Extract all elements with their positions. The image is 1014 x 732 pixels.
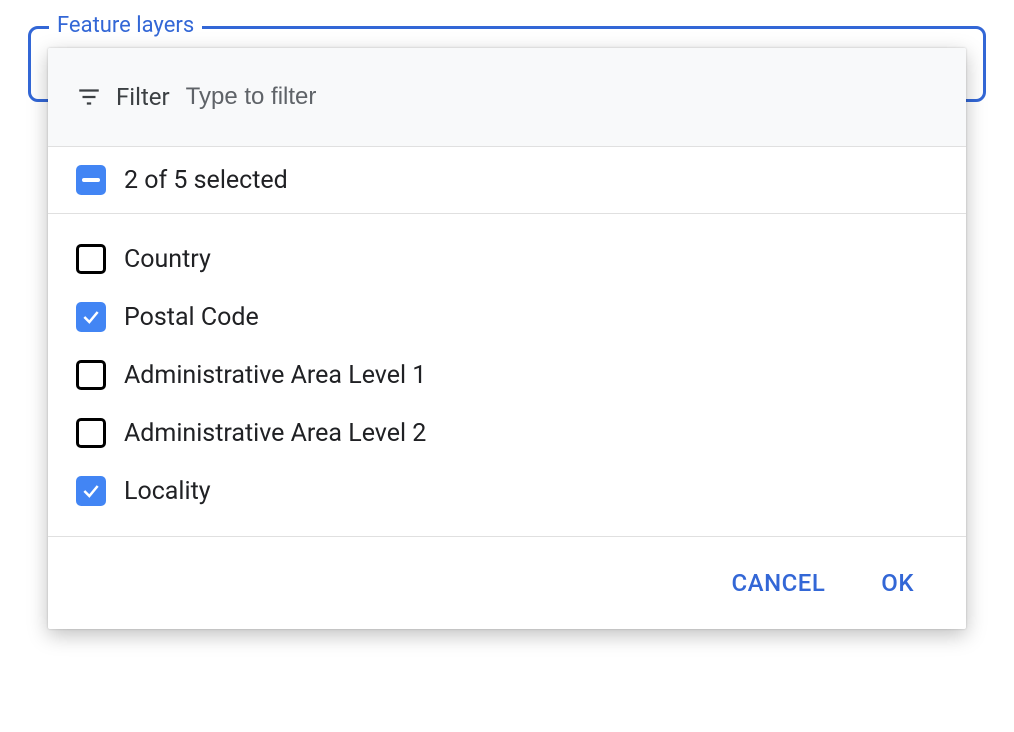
select-all-row[interactable]: 2 of 5 selected [48,147,966,214]
option-label: Country [124,245,211,274]
feature-layers-legend: Feature layers [49,13,202,38]
option-row[interactable]: Administrative Area Level 1 [48,346,966,404]
filter-icon [76,84,102,110]
selection-summary: 2 of 5 selected [124,166,288,195]
filter-label: Filter [116,83,170,111]
options-list: Country Postal Code Administrative Area Le… [48,214,966,537]
option-row[interactable]: Administrative Area Level 2 [48,404,966,462]
option-checkbox[interactable] [76,244,106,274]
ok-button[interactable]: OK [877,563,918,603]
filter-row: Filter [48,48,966,147]
feature-layers-dropdown: Filter 2 of 5 selected Country Postal Cod… [48,48,966,629]
option-checkbox[interactable] [76,302,106,332]
option-checkbox[interactable] [76,418,106,448]
option-label: Postal Code [124,303,259,332]
cancel-button[interactable]: CANCEL [728,563,830,603]
option-checkbox[interactable] [76,476,106,506]
option-label: Locality [124,477,211,506]
dialog-actions: CANCEL OK [48,537,966,629]
option-row[interactable]: Postal Code [48,288,966,346]
indeterminate-checkbox-icon [76,165,106,195]
option-label: Administrative Area Level 1 [124,361,426,390]
option-label: Administrative Area Level 2 [124,419,426,448]
option-checkbox[interactable] [76,360,106,390]
filter-input[interactable] [184,82,938,112]
option-row[interactable]: Locality [48,462,966,520]
option-row[interactable]: Country [48,230,966,288]
